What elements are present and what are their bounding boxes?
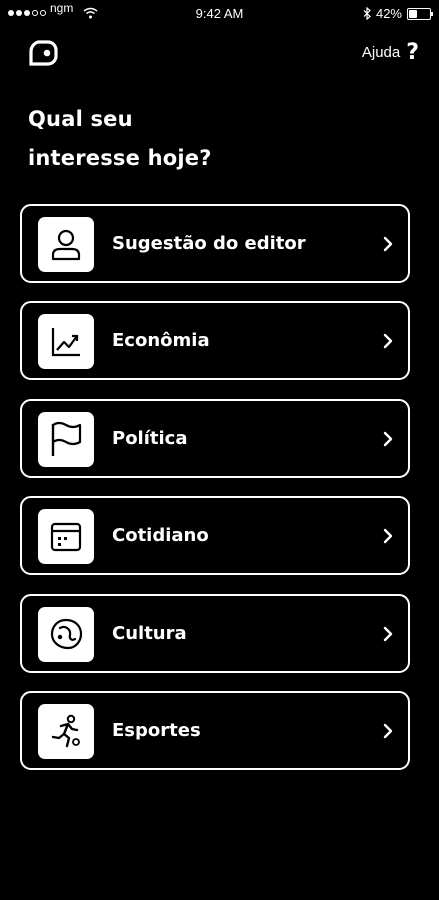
- screen: ngm 9:42 AM 42% Ajuda ? Qual seu interes…: [0, 0, 439, 900]
- bluetooth-icon: [363, 7, 371, 20]
- chevron-right-icon: [383, 431, 393, 446]
- category-sugestao-do-editor[interactable]: Sugestão do editor: [20, 204, 410, 283]
- category-label: Sugestão do editor: [112, 233, 306, 254]
- category-icon-box: [38, 411, 94, 467]
- category-icon-box: [38, 606, 94, 662]
- chart-icon: [51, 327, 80, 356]
- app-logo-icon[interactable]: [28, 40, 58, 66]
- category-icon-box: [38, 217, 94, 272]
- chevron-right-icon: [383, 236, 393, 252]
- category-label: Esportes: [112, 719, 201, 741]
- battery-icon: [407, 7, 433, 20]
- category-icon-box: [38, 703, 94, 759]
- runner-icon: [51, 715, 80, 748]
- category-label: Política: [112, 427, 188, 449]
- category-list: Sugestão do editor Econômia Política Cot…: [20, 204, 410, 788]
- category-icon-box: [38, 314, 94, 370]
- battery-level: [409, 9, 417, 18]
- help-label: Ajuda: [361, 44, 401, 61]
- chevron-right-icon: [383, 723, 393, 739]
- chevron-right-icon: [383, 528, 393, 544]
- category-label: Cultura: [112, 622, 187, 644]
- chevron-right-icon: [383, 334, 393, 349]
- category-label: Econômia: [112, 330, 210, 352]
- category-icon-box: [38, 509, 94, 565]
- palette-icon: [50, 618, 83, 650]
- category-cultura[interactable]: Cultura: [20, 593, 410, 673]
- status-right: 42%: [363, 6, 433, 21]
- question-mark-icon: ?: [406, 40, 419, 65]
- calendar-icon: [50, 522, 82, 551]
- page-title: Qual seu interesse hoje?: [28, 100, 388, 178]
- status-bar: ngm 9:42 AM 42%: [0, 0, 439, 30]
- flag-icon: [51, 422, 82, 457]
- category-cotidiano[interactable]: Cotidiano: [20, 496, 410, 576]
- chevron-right-icon: [383, 626, 393, 641]
- help-button[interactable]: Ajuda ?: [362, 40, 419, 65]
- battery-percent: 42%: [375, 6, 402, 21]
- category-economia[interactable]: Econômia: [20, 301, 410, 381]
- page-title-line-1: Qual seu: [28, 107, 133, 131]
- category-politica[interactable]: Política: [20, 398, 410, 478]
- user-icon: [51, 229, 81, 260]
- category-label: Cotidiano: [112, 525, 209, 547]
- category-esportes[interactable]: Esportes: [20, 690, 410, 770]
- page-title-line-2: interesse hoje?: [28, 146, 212, 170]
